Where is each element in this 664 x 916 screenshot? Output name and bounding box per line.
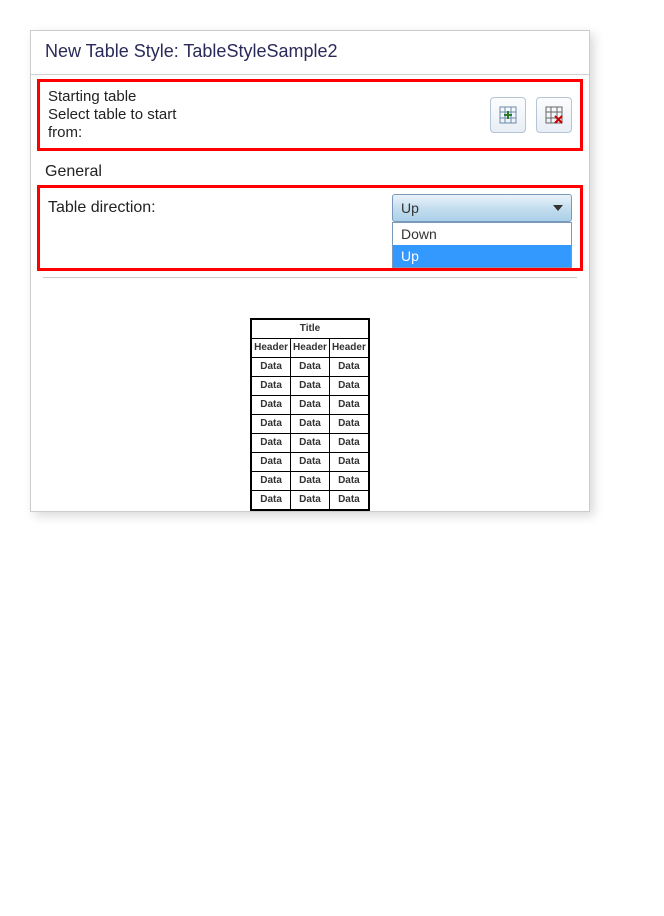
pick-table-icon xyxy=(499,106,517,124)
preview-data-cell: Data xyxy=(251,415,290,434)
preview-data-cell: Data xyxy=(291,453,330,472)
preview-header-cell: Header xyxy=(251,339,290,358)
table-preview: Title Header Header Header Data Data Dat… xyxy=(31,318,589,511)
preview-data-cell: Data xyxy=(251,358,290,377)
preview-data-cell: Data xyxy=(291,472,330,491)
table-direction-selected: Up xyxy=(401,200,419,216)
chevron-down-icon xyxy=(553,205,563,211)
divider xyxy=(43,277,577,278)
table-direction-options: Down Up xyxy=(392,222,572,268)
direction-option-up[interactable]: Up xyxy=(393,245,571,267)
preview-data-cell: Data xyxy=(291,434,330,453)
starting-table-label-1: Starting table xyxy=(48,88,176,106)
dialog-title: New Table Style: TableStyleSample2 xyxy=(31,31,589,75)
preview-data-cell: Data xyxy=(329,396,368,415)
preview-data-cell: Data xyxy=(329,358,368,377)
preview-data-cell: Data xyxy=(291,415,330,434)
preview-data-cell: Data xyxy=(291,396,330,415)
pick-table-button[interactable] xyxy=(490,97,526,133)
preview-data-cell: Data xyxy=(251,453,290,472)
preview-data-cell: Data xyxy=(329,377,368,396)
preview-data-cell: Data xyxy=(329,453,368,472)
preview-data-cell: Data xyxy=(251,434,290,453)
preview-header-cell: Header xyxy=(329,339,368,358)
preview-data-cell: Data xyxy=(329,415,368,434)
preview-title: Title xyxy=(251,319,369,339)
preview-data-cell: Data xyxy=(329,491,368,511)
preview-data-cell: Data xyxy=(251,396,290,415)
clear-table-icon xyxy=(545,106,563,124)
preview-data-cell: Data xyxy=(251,377,290,396)
table-direction-section: Table direction: Up Down Up xyxy=(37,185,583,271)
table-direction-label: Table direction: xyxy=(48,199,156,217)
preview-data-cell: Data xyxy=(329,472,368,491)
starting-table-section: Starting table Select table to start fro… xyxy=(37,79,583,151)
starting-table-label-2: Select table to start xyxy=(48,106,176,124)
new-table-style-dialog: New Table Style: TableStyleSample2 Start… xyxy=(30,30,590,512)
preview-data-cell: Data xyxy=(291,358,330,377)
preview-data-cell: Data xyxy=(291,491,330,511)
preview-data-cell: Data xyxy=(251,491,290,511)
preview-table: Title Header Header Header Data Data Dat… xyxy=(250,318,370,511)
table-direction-dropdown[interactable]: Up xyxy=(392,194,572,222)
starting-table-label-3: from: xyxy=(48,124,176,142)
preview-data-cell: Data xyxy=(251,472,290,491)
general-heading: General xyxy=(31,155,589,181)
direction-option-down[interactable]: Down xyxy=(393,223,571,245)
preview-header-cell: Header xyxy=(291,339,330,358)
preview-data-cell: Data xyxy=(329,434,368,453)
clear-table-button[interactable] xyxy=(536,97,572,133)
preview-data-cell: Data xyxy=(291,377,330,396)
